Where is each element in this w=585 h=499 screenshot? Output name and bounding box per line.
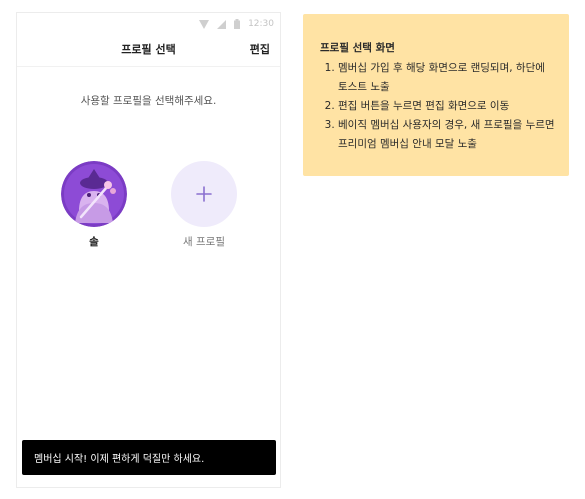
toast-text: 멤버십 시작! 이제 편하게 덕질만 하세요. (34, 454, 205, 465)
status-bar: 12:30 (199, 17, 274, 31)
note-list: 멤버십 가입 후 해당 화면으로 랜딩되며, 하단에 토스트 노출 편집 버튼을… (320, 59, 555, 154)
header-divider (17, 66, 280, 67)
battery-icon (234, 19, 241, 29)
toast-message: 멤버십 시작! 이제 편하게 덕질만 하세요. (22, 440, 276, 475)
avatar (61, 161, 127, 227)
wifi-icon (199, 19, 210, 29)
cellular-icon (217, 19, 227, 29)
edit-button[interactable]: 편집 (250, 41, 270, 57)
note-title: 프로필 선택 화면 (320, 42, 395, 54)
new-profile-label: 새 프로필 (183, 236, 225, 248)
add-profile-circle (171, 161, 237, 227)
header: 프로필 선택 편집 (17, 37, 280, 65)
profile-name: 솔 (89, 236, 99, 248)
profile-item-sol[interactable]: 솔 (61, 161, 127, 249)
status-time: 12:30 (248, 19, 274, 29)
note-item: 베이직 멤버십 사용자의 경우, 새 프로필을 누르면 프리미엄 멤버십 안내 … (338, 116, 555, 154)
note-item: 편집 버튼을 누르면 편집 화면으로 이동 (338, 97, 555, 116)
note-item: 멤버십 가입 후 해당 화면으로 랜딩되며, 하단에 토스트 노출 (338, 59, 555, 97)
new-profile-button[interactable]: 새 프로필 (171, 161, 237, 249)
phone-screen: 12:30 프로필 선택 편집 사용할 프로필을 선택해주세요. 솔 새 프로필… (16, 12, 281, 488)
spec-note: 프로필 선택 화면 멤버십 가입 후 해당 화면으로 랜딩되며, 하단에 토스트… (303, 14, 569, 176)
plus-icon (196, 186, 212, 202)
select-prompt: 사용할 프로필을 선택해주세요. (80, 95, 217, 107)
page-title: 프로필 선택 (121, 43, 176, 56)
character-avatar-image (61, 161, 127, 227)
